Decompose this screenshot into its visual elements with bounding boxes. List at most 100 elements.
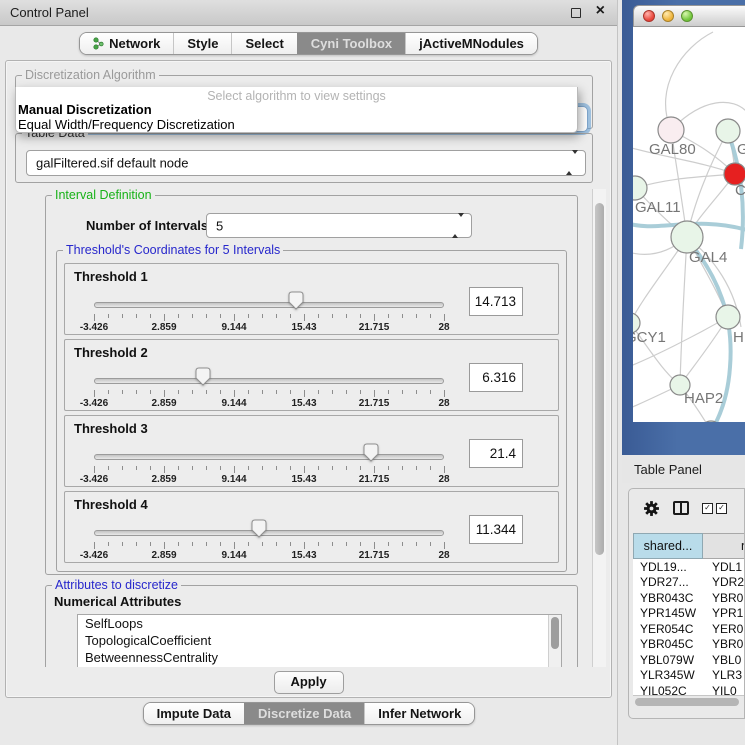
threshold-1-value-field[interactable]: 14.713 [469,287,523,316]
list-scrollbar-thumb[interactable] [551,617,559,649]
apply-button[interactable]: Apply [274,671,344,694]
slider-tick [136,466,137,470]
slider-tick [108,314,109,318]
table-row[interactable]: YBR045CYBR0 [633,637,745,653]
slider-track[interactable] [94,378,444,384]
numerical-attributes-list[interactable]: SelfLoops TopologicalCoefficient Between… [77,614,562,667]
number-of-intervals-value: 5 [216,218,223,233]
slider-tick [276,542,277,546]
table-row[interactable]: YER054CYER0 [633,621,745,637]
tab-cyni-toolbox[interactable]: Cyni Toolbox [297,33,405,54]
table-row[interactable]: YPR145WYPR1 [633,606,745,622]
cell: YBL0 [703,653,741,667]
table-horizontal-scrollbar-thumb[interactable] [635,698,739,706]
table-row[interactable]: YLR345WYLR3 [633,668,745,684]
tab-discretize-data-label: Discretize Data [258,706,351,721]
slider-scale-label: 15.43 [291,322,316,333]
slider-handle[interactable] [195,367,211,386]
tab-discretize-data[interactable]: Discretize Data [244,703,364,724]
table-data-combobox[interactable]: galFiltered.sif default node [26,150,586,176]
threshold-4-value-field[interactable]: 11.344 [469,515,523,544]
list-item[interactable]: TopologicalCoefficient [78,632,561,649]
slider-tick [402,390,403,394]
slider-handle[interactable] [288,291,304,310]
threshold-1-slider[interactable]: -3.4262.8599.14415.4321.71528 [94,264,444,334]
algorithm-option-manual[interactable]: Manual Discretization [16,102,577,117]
close-traffic-light[interactable] [643,10,655,22]
table-row[interactable]: YDR27...YDR2 [633,575,745,591]
slider-handle[interactable] [363,443,379,462]
threshold-2-slider[interactable]: -3.4262.8599.14415.4321.71528 [94,340,444,410]
list-item[interactable]: SelfLoops [78,615,561,632]
label-g-partial: G [737,141,745,158]
slider-scale-label: 28 [438,398,449,409]
node-top-right[interactable] [716,119,740,143]
number-of-intervals-combobox[interactable]: 5 [206,213,472,238]
threshold-3-slider[interactable]: -3.4262.8599.14415.4321.71528 [94,416,444,486]
threshold-2-value-field[interactable]: 6.316 [469,363,523,392]
slider-scale-label: 2.859 [151,398,176,409]
threshold-4-slider[interactable]: -3.4262.8599.14415.4321.71528 [94,492,444,562]
slider-scale-label: -3.426 [80,474,108,485]
tab-infer-network[interactable]: Infer Network [364,703,474,724]
checkbox-icon: ✓ [702,503,713,514]
slider-tick [290,542,291,546]
table-horizontal-scrollbar[interactable] [633,695,745,707]
table-data-group: Table Data galFiltered.sif default node [15,133,593,183]
slider-tick [388,390,389,394]
network-canvas[interactable]: GAL80 G C GAL11 GAL4 GCY1 H HAP2 [633,27,745,422]
bottom-tab-bar: Impute Data Discretize Data Infer Networ… [0,702,618,725]
slider-track[interactable] [94,454,444,460]
table-row[interactable]: YBR043CYBR0 [633,590,745,606]
slider-track[interactable] [94,530,444,536]
node-gal80[interactable] [658,117,684,143]
close-icon[interactable]: × [596,2,605,20]
tab-impute-data-label: Impute Data [157,706,231,721]
algorithm-option-equal-width[interactable]: Equal Width/Frequency Discretization [16,117,577,132]
interval-definition-title: Interval Definition [52,189,155,202]
column-visibility-icons[interactable]: ✓ ✓ [702,503,727,514]
list-scrollbar[interactable] [548,615,561,667]
tab-network[interactable]: Network [80,33,173,54]
node-gal11[interactable] [633,176,647,200]
column-header-shared-name[interactable]: shared... [633,533,703,559]
slider-handle[interactable] [251,519,267,538]
slider-tick [234,314,235,321]
table-row[interactable]: YDL19...YDL1 [633,559,745,575]
settings-scrollbar-thumb[interactable] [595,203,604,555]
slider-scale-label: 2.859 [151,474,176,485]
slider-tick [164,390,165,397]
gear-icon[interactable] [643,500,660,517]
slider-tick [416,390,417,394]
label-gcy1: GCY1 [633,329,666,346]
cell: YDL1 [703,560,742,574]
algorithm-placeholder-option[interactable]: Select algorithm to view settings [16,87,577,102]
slider-tick [290,314,291,318]
cell: YPR145W [633,606,703,620]
settings-scrollbar[interactable] [592,189,606,667]
tab-jactivemnodules[interactable]: jActiveMNodules [405,33,537,54]
slider-tick [276,314,277,318]
node-h[interactable] [716,305,740,329]
table-row[interactable]: YBL079WYBL0 [633,652,745,668]
threshold-3-value-field[interactable]: 21.4 [469,439,523,468]
split-columns-icon[interactable] [673,501,689,515]
minimize-traffic-light[interactable] [662,10,674,22]
zoom-traffic-light[interactable] [681,10,693,22]
slider-tick [430,314,431,318]
slider-tick [94,542,95,549]
column-header-name[interactable]: n [703,533,745,559]
float-window-icon[interactable] [571,8,581,18]
slider-tick [122,314,123,318]
slider-tick [374,542,375,549]
tab-style[interactable]: Style [173,33,231,54]
tab-network-label: Network [109,36,160,51]
tab-select[interactable]: Select [231,33,296,54]
tab-impute-data[interactable]: Impute Data [144,703,244,724]
slider-track[interactable] [94,302,444,308]
slider-tick [388,542,389,546]
cell: YDL19... [633,560,703,574]
list-item[interactable]: BetweennessCentrality [78,649,561,666]
slider-tick [136,314,137,318]
slider-tick [276,466,277,470]
